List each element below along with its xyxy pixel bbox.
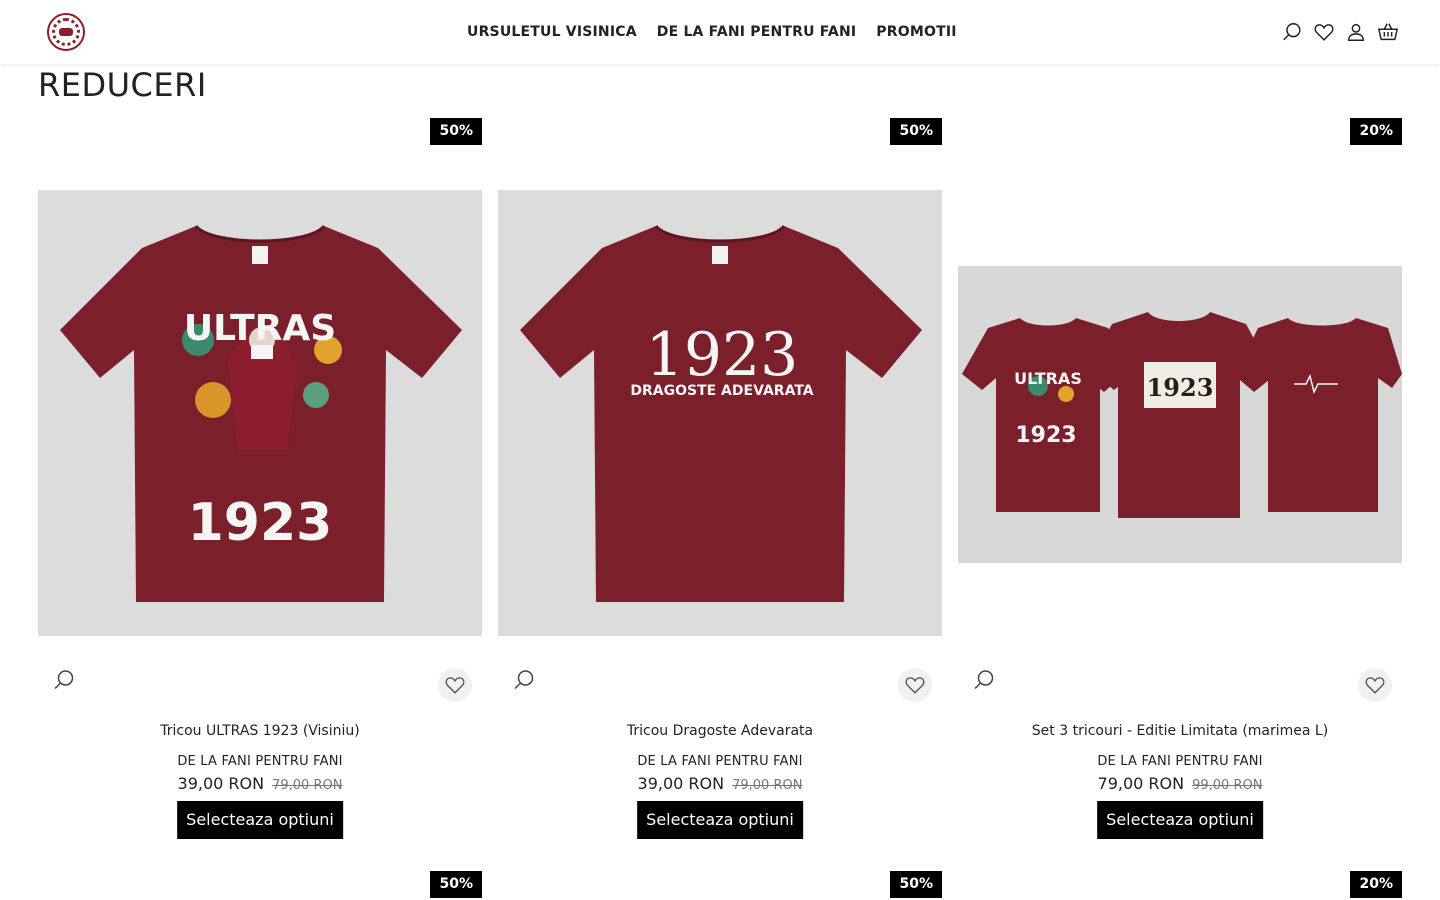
discount-badge: 50% — [890, 871, 942, 898]
product-card: 20% ULTRAS 1923 1923 Set 3 tricouri - Ed… — [958, 118, 1402, 848]
select-options-button[interactable]: Selecteaza optiuni — [177, 801, 343, 839]
page-title: REDUCERI — [38, 66, 207, 104]
print-top-text: 1923 — [646, 320, 799, 390]
product-card: 50% 1923 DRAGOSTE ADEVARATA Tricou Drago… — [498, 118, 942, 848]
quick-view-icon[interactable] — [972, 668, 998, 694]
discount-badge: 50% — [430, 871, 482, 898]
old-price: 79,00 RON — [732, 778, 803, 793]
product-image[interactable]: 1923 DRAGOSTE ADEVARATA — [498, 190, 942, 636]
card-actions — [38, 668, 482, 704]
wishlist-heart-icon[interactable] — [438, 668, 472, 702]
logo-core — [59, 28, 73, 36]
print-bottom-text: DRAGOSTE ADEVARATA — [630, 383, 813, 399]
product-price: 79,00 RON 99,00 RON — [958, 774, 1402, 793]
print-bottom-text: 1923 — [188, 493, 333, 553]
card-actions — [498, 668, 942, 704]
nav-ursuletul-visinica[interactable]: URSULETUL VISINICA — [467, 24, 637, 40]
site-logo[interactable] — [47, 13, 85, 51]
product-price: 39,00 RON 79,00 RON — [498, 774, 942, 793]
site-header: URSULETUL VISINICA DE LA FANI PENTRU FAN… — [0, 0, 1440, 64]
nav-promotii[interactable]: PROMOTII — [876, 24, 956, 40]
wishlist-heart-icon[interactable] — [898, 668, 932, 702]
main-nav: URSULETUL VISINICA DE LA FANI PENTRU FAN… — [467, 24, 957, 40]
header-icons — [1280, 20, 1400, 44]
product-card-next: 20% — [958, 871, 1402, 900]
current-price: 39,00 RON — [637, 774, 725, 793]
set-print-bottom-text: 1923 — [1015, 423, 1076, 448]
current-price: 79,00 RON — [1097, 774, 1185, 793]
discount-badge: 20% — [1350, 118, 1402, 145]
discount-badge: 20% — [1350, 871, 1402, 898]
nav-de-la-fani-pentru-fani[interactable]: DE LA FANI PENTRU FANI — [657, 24, 857, 40]
old-price: 79,00 RON — [272, 778, 343, 793]
cart-basket-icon[interactable] — [1376, 20, 1400, 44]
old-price: 99,00 RON — [1192, 778, 1263, 793]
select-options-button[interactable]: Selecteaza optiuni — [637, 801, 803, 839]
product-card: 50% ULTRAS 1923 Tricou ULTRAS 1923 (Visi… — [38, 118, 482, 848]
card-actions — [958, 668, 1402, 704]
discount-badge: 50% — [890, 118, 942, 145]
product-category[interactable]: DE LA FANI PENTRU FANI — [38, 754, 482, 769]
product-name[interactable]: Tricou Dragoste Adevarata — [498, 723, 942, 739]
product-name[interactable]: Tricou ULTRAS 1923 (Visiniu) — [38, 723, 482, 739]
quick-view-icon[interactable] — [52, 668, 78, 694]
wishlist-icon[interactable] — [1312, 20, 1336, 44]
print-top-text: ULTRAS — [184, 308, 336, 349]
current-price: 39,00 RON — [177, 774, 265, 793]
product-price: 39,00 RON 79,00 RON — [38, 774, 482, 793]
product-image[interactable]: ULTRAS 1923 1923 — [958, 266, 1402, 563]
set-print-middle-text: 1923 — [1147, 373, 1214, 402]
account-icon[interactable] — [1344, 20, 1368, 44]
product-card-next: 50% — [498, 871, 942, 900]
search-icon[interactable] — [1280, 20, 1304, 44]
set-print-top-text: ULTRAS — [1014, 369, 1082, 388]
wishlist-heart-icon[interactable] — [1358, 668, 1392, 702]
quick-view-icon[interactable] — [512, 668, 538, 694]
product-category[interactable]: DE LA FANI PENTRU FANI — [498, 754, 942, 769]
select-options-button[interactable]: Selecteaza optiuni — [1097, 801, 1263, 839]
product-image[interactable]: ULTRAS 1923 — [38, 190, 482, 636]
product-card-next: 50% — [38, 871, 482, 900]
product-category[interactable]: DE LA FANI PENTRU FANI — [958, 754, 1402, 769]
logo-ring — [52, 18, 80, 46]
discount-badge: 50% — [430, 118, 482, 145]
product-name[interactable]: Set 3 tricouri - Editie Limitata (marime… — [958, 723, 1402, 739]
